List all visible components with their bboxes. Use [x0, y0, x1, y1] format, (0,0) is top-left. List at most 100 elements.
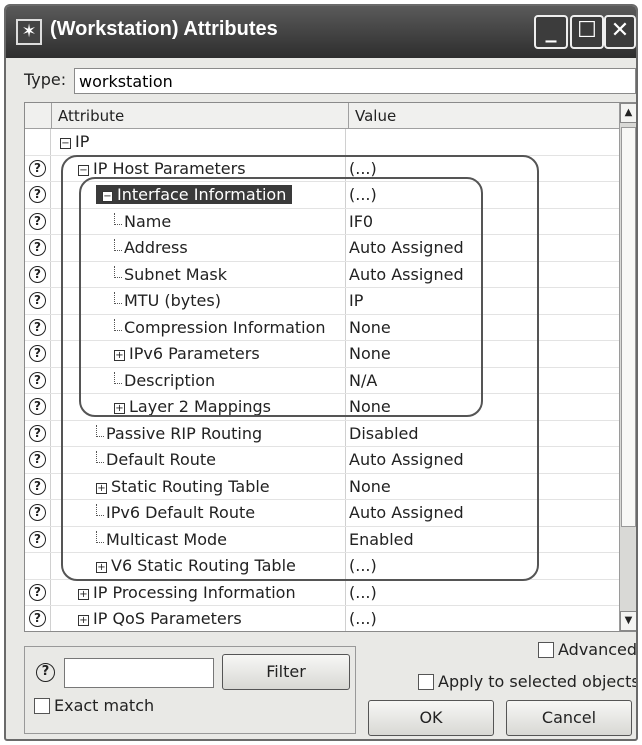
value-cell[interactable]: Enabled: [349, 530, 414, 549]
header-value[interactable]: Value: [349, 103, 621, 129]
attribute-cell[interactable]: − Interface Information: [52, 182, 346, 208]
value-cell[interactable]: None: [349, 477, 391, 496]
question-circle-icon[interactable]: ?: [29, 451, 46, 468]
value-cell[interactable]: Auto Assigned: [349, 238, 464, 257]
attribute-cell[interactable]: Passive RIP Routing: [52, 420, 346, 446]
attribute-cell[interactable]: Compression Information: [52, 314, 346, 340]
table-row[interactable]: ? IPv6 Default Route Auto Assigned: [25, 500, 621, 527]
attribute-cell[interactable]: + IP Processing Information: [52, 579, 346, 605]
minimize-button[interactable]: _: [534, 15, 568, 49]
question-circle-icon[interactable]: ?: [29, 477, 46, 495]
value-cell[interactable]: (...): [349, 556, 377, 575]
exact-match-checkbox[interactable]: [34, 698, 50, 714]
table-row[interactable]: ? Passive RIP Routing Disabled: [25, 420, 621, 447]
value-cell[interactable]: IF0: [349, 212, 373, 231]
value-cell[interactable]: None: [349, 397, 391, 416]
value-cell[interactable]: Auto Assigned: [349, 265, 464, 284]
question-circle-icon[interactable]: ?: [29, 186, 46, 203]
table-row[interactable]: ? Multicast Mode Enabled: [25, 526, 621, 553]
value-cell[interactable]: N/A: [349, 371, 377, 390]
table-row[interactable]: ? + IPv6 Parameters None: [25, 341, 621, 368]
title-bar[interactable]: ✶ (Workstation) Attributes _ ☐ ✕: [6, 6, 636, 58]
table-row[interactable]: ? − IP Host Parameters (...): [25, 155, 621, 182]
plus-box-icon[interactable]: +: [96, 482, 107, 494]
question-circle-icon[interactable]: ?: [29, 610, 46, 627]
table-row[interactable]: + V6 Static Routing Table (...): [25, 553, 621, 580]
table-row[interactable]: ? Description N/A: [25, 367, 621, 394]
attribute-cell[interactable]: IPv6 Default Route: [52, 500, 346, 526]
value-cell[interactable]: Disabled: [349, 424, 419, 443]
table-row[interactable]: ? Address Auto Assigned: [25, 235, 621, 262]
plus-box-icon[interactable]: +: [114, 403, 125, 414]
value-cell[interactable]: None: [349, 318, 391, 337]
question-circle-icon[interactable]: ?: [29, 159, 46, 177]
attribute-cell[interactable]: − IP: [52, 129, 346, 155]
attribute-cell[interactable]: + Static Routing Table: [52, 473, 346, 499]
question-circle-icon[interactable]: ?: [29, 530, 46, 548]
filter-button[interactable]: Filter: [222, 654, 350, 690]
question-circle-icon[interactable]: ?: [29, 504, 46, 521]
plus-box-icon[interactable]: +: [114, 350, 125, 361]
minus-box-icon[interactable]: −: [102, 191, 113, 202]
plus-box-icon[interactable]: +: [96, 562, 107, 573]
value-cell[interactable]: (...): [349, 185, 377, 204]
attribute-cell[interactable]: Subnet Mask: [52, 261, 346, 287]
attribute-cell[interactable]: Name: [52, 208, 346, 234]
help-icon[interactable]: ?: [36, 663, 55, 682]
table-row[interactable]: ? Default Route Auto Assigned: [25, 447, 621, 474]
question-circle-icon[interactable]: ?: [29, 265, 46, 283]
arrow-up-icon[interactable]: ▲: [620, 103, 636, 123]
question-circle-icon[interactable]: ?: [29, 318, 46, 336]
attribute-cell[interactable]: Description: [52, 367, 346, 393]
maximize-button[interactable]: ☐: [570, 15, 604, 49]
table-row[interactable]: ? Name IF0: [25, 208, 621, 235]
value-cell[interactable]: IP: [349, 291, 363, 310]
table-row[interactable]: ? MTU (bytes) IP: [25, 288, 621, 315]
value-cell[interactable]: Auto Assigned: [349, 503, 464, 522]
advanced-checkbox[interactable]: [538, 642, 554, 658]
question-circle-icon[interactable]: ?: [29, 212, 46, 230]
filter-input[interactable]: [64, 658, 214, 688]
attribute-cell[interactable]: + Layer 2 Mappings: [52, 394, 346, 420]
value-cell[interactable]: (...): [349, 159, 377, 178]
table-row[interactable]: ? + Static Routing Table None: [25, 473, 621, 500]
apply-selected-checkbox[interactable]: [418, 674, 434, 690]
question-circle-icon[interactable]: ?: [29, 239, 46, 256]
attribute-cell[interactable]: + IPv6 Parameters: [52, 341, 346, 367]
attribute-cell[interactable]: + IP QoS Parameters: [52, 606, 346, 631]
attribute-cell[interactable]: Address: [52, 235, 346, 261]
minus-box-icon[interactable]: −: [60, 138, 71, 149]
table-row[interactable]: − IP: [25, 129, 621, 156]
attribute-cell[interactable]: + V6 Static Routing Table: [52, 553, 346, 579]
question-circle-icon[interactable]: ?: [29, 583, 46, 601]
table-row[interactable]: ? − Interface Information (...): [25, 182, 621, 209]
table-row[interactable]: ? + IP QoS Parameters (...): [25, 606, 621, 631]
attribute-cell[interactable]: Multicast Mode: [52, 526, 346, 552]
plus-box-icon[interactable]: +: [78, 588, 89, 600]
type-field[interactable]: [74, 68, 636, 94]
value-cell[interactable]: None: [349, 344, 391, 363]
value-cell[interactable]: (...): [349, 609, 377, 628]
table-row[interactable]: ? + Layer 2 Mappings None: [25, 394, 621, 421]
scrollbar-thumb[interactable]: [621, 127, 636, 527]
arrow-down-icon[interactable]: ▼: [620, 611, 636, 631]
cancel-button[interactable]: Cancel: [506, 700, 632, 736]
question-circle-icon[interactable]: ?: [29, 345, 46, 362]
ok-button[interactable]: OK: [368, 700, 494, 736]
table-row[interactable]: ? + IP Processing Information (...): [25, 579, 621, 606]
table-row[interactable]: ? Subnet Mask Auto Assigned: [25, 261, 621, 288]
attribute-cell[interactable]: MTU (bytes): [52, 288, 346, 314]
minus-box-icon[interactable]: −: [78, 164, 89, 176]
attribute-cell[interactable]: Default Route: [52, 447, 346, 473]
question-circle-icon[interactable]: ?: [29, 398, 46, 415]
question-circle-icon[interactable]: ?: [29, 292, 46, 309]
question-circle-icon[interactable]: ?: [29, 371, 46, 389]
plus-box-icon[interactable]: +: [78, 615, 89, 626]
table-row[interactable]: ? Compression Information None: [25, 314, 621, 341]
value-cell[interactable]: (...): [349, 583, 377, 602]
attribute-cell[interactable]: − IP Host Parameters: [52, 155, 346, 181]
header-attribute[interactable]: Attribute: [52, 103, 349, 129]
value-cell[interactable]: Auto Assigned: [349, 450, 464, 469]
close-button[interactable]: ✕: [604, 15, 636, 49]
vertical-scrollbar[interactable]: ▲ ▼: [619, 103, 636, 631]
